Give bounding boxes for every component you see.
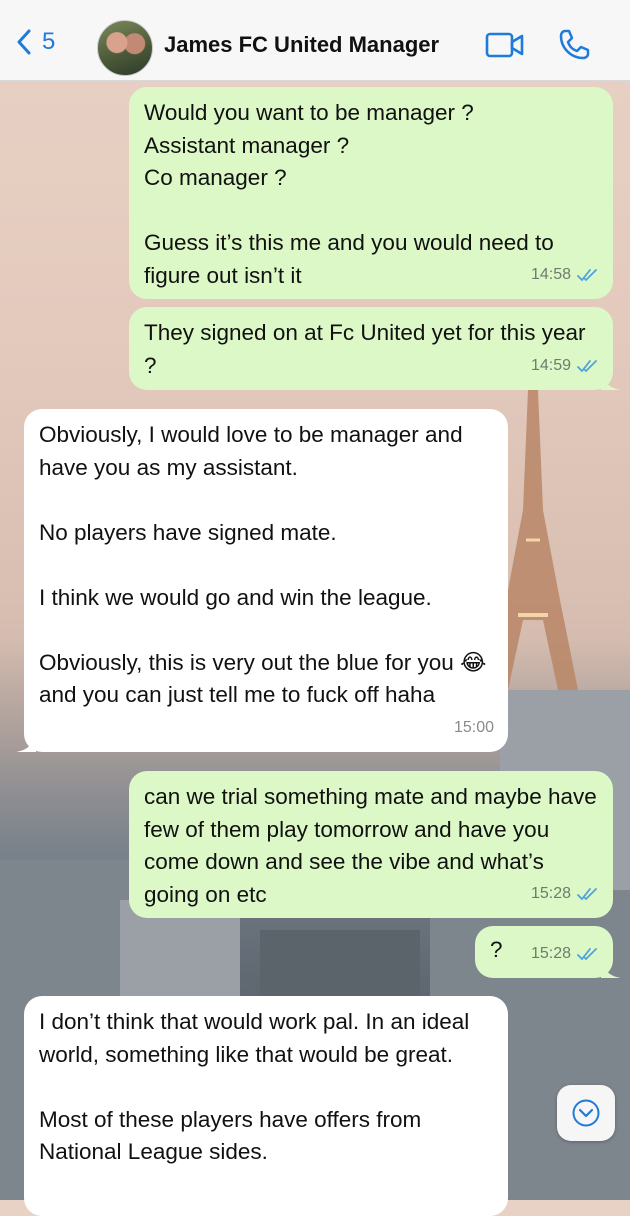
message-bubble-outgoing[interactable]: can we trial something mate and maybe ha… — [129, 771, 613, 918]
message-text: Obviously, I would love to be manager an… — [39, 422, 487, 707]
message-time: 15:28 — [530, 944, 571, 962]
message-list[interactable]: Would you want to be manager ? Assistant… — [0, 0, 630, 1216]
message-text: They signed on at Fc United yet for this… — [144, 320, 586, 378]
message-time: 15:28 — [530, 884, 571, 902]
double-check-icon — [577, 887, 597, 901]
double-check-icon — [577, 359, 597, 373]
message-meta: 15:00 — [454, 712, 494, 745]
message-time: 14:58 — [530, 265, 571, 283]
message-text: I don’t think that would work pal. In an… — [39, 1009, 470, 1164]
message-text: Would you want to be manager ? Assistant… — [144, 100, 554, 288]
bubble-tail — [601, 370, 621, 390]
message-meta: 14:58 — [531, 259, 599, 292]
message-bubble-outgoing[interactable]: They signed on at Fc United yet for this… — [129, 307, 621, 390]
chevron-down-circle-icon — [572, 1099, 600, 1127]
message-time: 14:59 — [530, 356, 571, 374]
message-meta: 15:28 — [531, 878, 599, 911]
message-bubble-outgoing[interactable]: Would you want to be manager ? Assistant… — [129, 87, 613, 299]
back-button[interactable]: 5 — [16, 28, 55, 56]
video-camera-icon[interactable] — [485, 31, 525, 59]
bubble-tail — [16, 732, 36, 752]
contact-name[interactable]: James FC United Manager — [164, 32, 439, 58]
chevron-left-icon — [17, 29, 31, 55]
double-check-icon — [577, 947, 597, 961]
message-time: 15:00 — [453, 718, 494, 736]
message-bubble-incoming[interactable]: I don’t think that would work pal. In an… — [24, 996, 508, 1216]
message-meta: 15:28 — [531, 938, 599, 971]
message-bubble-outgoing[interactable]: ? 15:28 — [475, 926, 621, 978]
avatar[interactable] — [97, 20, 153, 76]
message-text: can we trial something mate and maybe ha… — [144, 784, 597, 907]
message-meta: 14:59 — [531, 350, 599, 383]
chat-header: 5 James FC United Manager — [0, 0, 630, 81]
phone-icon[interactable] — [557, 28, 591, 62]
bubble-tail — [601, 958, 621, 978]
message-bubble-incoming[interactable]: Obviously, I would love to be manager an… — [16, 409, 508, 752]
scroll-to-bottom-button[interactable] — [557, 1085, 615, 1141]
unread-count: 5 — [42, 28, 56, 55]
double-check-icon — [577, 268, 597, 282]
